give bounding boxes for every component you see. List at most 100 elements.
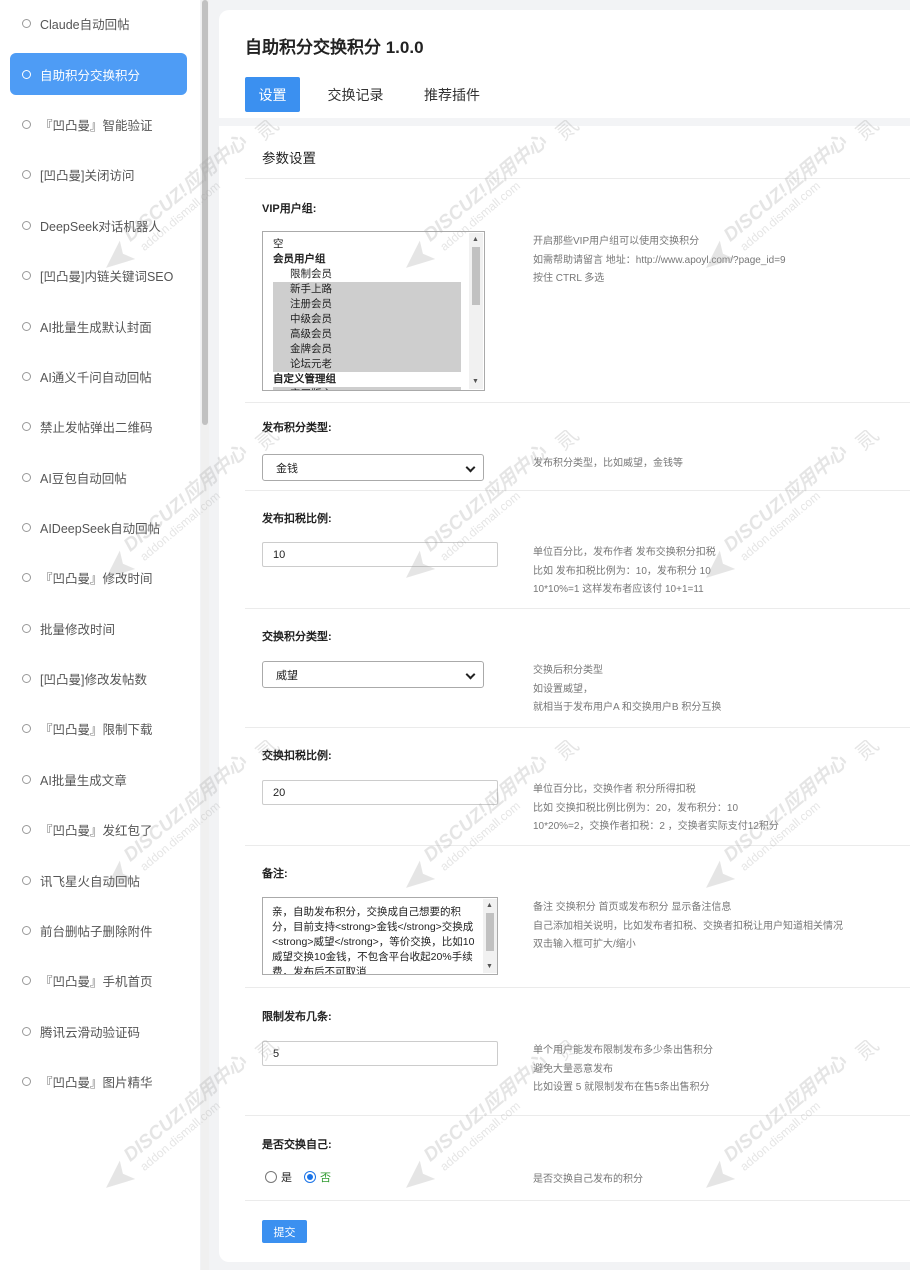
sidebar-item[interactable]: 『凹凸曼』修改时间 (10, 556, 187, 598)
exchange-type-help: 交换后积分类型 如设置威望， 就相当于发布用户A 和交换用户B 积分互换 (533, 665, 722, 713)
sidebar-item-label: [凹凸曼]关闭访问 (40, 168, 135, 183)
scroll-down-icon[interactable]: ▼ (472, 378, 479, 386)
sidebar-item[interactable]: AI批量生成默认封面 (10, 305, 187, 347)
sidebar-item-label: 『凹凸曼』智能验证 (40, 118, 153, 133)
sidebar-item[interactable]: 『凹凸曼』手机首页 (10, 959, 187, 1001)
sidebar-item[interactable]: 『凹凸曼』发红包了 (10, 808, 187, 850)
sidebar-item[interactable]: DeepSeek对话机器人 (10, 204, 187, 246)
circle-bullet-icon (22, 69, 31, 79)
sidebar-item[interactable]: 腾讯云滑动验证码 (10, 1010, 187, 1052)
sidebar: Claude自动回帖自助积分交换积分 『凹凸曼』智能验证 [凹凸曼]关闭访问 Deep… (0, 0, 200, 1270)
tabs-divider (219, 118, 910, 126)
listbox-option[interactable]: 注册会员 (273, 297, 461, 312)
limit-input[interactable]: 5 (262, 1041, 498, 1066)
exchange-tax-label: 交换扣税比例: (262, 750, 332, 762)
exchange-tax-input[interactable]: 20 (262, 780, 498, 805)
listbox-option[interactable]: 中级会员 (273, 312, 461, 327)
self-exchange-yes-radio[interactable] (265, 1171, 277, 1183)
exchange-tax-help: 单位百分比，交换作者 积分所得扣税 比如 交换扣税比例比例为：20，发布积分：1… (533, 784, 779, 832)
sidebar-item[interactable]: AI通义千问自动回帖 (10, 355, 187, 397)
sidebar-item-label: AI通义千问自动回帖 (40, 370, 152, 385)
circle-bullet-icon (22, 1076, 31, 1086)
remark-help: 备注 交换积分 首页或发布积分 显示备注信息 自己添加相关说明，比如发布者扣税、… (533, 902, 843, 950)
sidebar-item[interactable]: 禁止发帖弹出二维码 (10, 405, 187, 447)
sidebar-item-label: [凹凸曼]内链关键词SEO (40, 269, 174, 284)
limit-help: 单个用户能发布限制发布多少条出售积分 避免大量恶意发布 比如设置 5 就限制发布… (533, 1045, 713, 1093)
publish-tax-help: 单位百分比，发布作者 发布交换积分扣税 比如 发布扣税比例为：10，发布积分 1… (533, 547, 716, 595)
tab-settings[interactable]: 设置 (245, 77, 300, 112)
sidebar-item-label: AI豆包自动回帖 (40, 471, 127, 486)
circle-bullet-icon (22, 371, 31, 381)
sidebar-item[interactable]: [凹凸曼]内链关键词SEO (10, 254, 187, 296)
sidebar-item[interactable]: 自助积分交换积分 (10, 53, 187, 95)
listbox-option[interactable]: 限制会员 (273, 267, 461, 282)
sidebar-item[interactable]: Claude自动回帖 (10, 2, 187, 44)
remark-scroll-thumb[interactable] (486, 913, 494, 951)
circle-bullet-icon (22, 18, 31, 28)
listbox-option[interactable]: 空 (273, 237, 461, 252)
sidebar-item-label: 『凹凸曼』图片精华 (40, 1075, 153, 1090)
sidebar-item-label: 自助积分交换积分 (40, 68, 141, 83)
divider (245, 490, 910, 491)
circle-bullet-icon (22, 925, 31, 935)
sidebar-item[interactable]: 『凹凸曼』限制下载 (10, 707, 187, 749)
listbox-option[interactable]: 高级会员 (273, 327, 461, 342)
publish-tax-label: 发布扣税比例: (262, 513, 332, 525)
circle-bullet-icon (22, 1026, 31, 1036)
sidebar-item-label: AI批量生成默认封面 (40, 320, 152, 335)
publish-tax-input[interactable]: 10 (262, 542, 498, 567)
divider (245, 1115, 910, 1116)
sidebar-item[interactable]: AI豆包自动回帖 (10, 456, 187, 498)
sidebar-item[interactable]: AIDeepSeek自动回帖 (10, 506, 187, 548)
sidebar-item[interactable]: 讯飞星火自动回帖 (10, 859, 187, 901)
scroll-up-icon[interactable]: ▲ (486, 902, 493, 910)
sidebar-item-label: 『凹凸曼』发红包了 (40, 823, 153, 838)
tab-exchange-records[interactable]: 交换记录 (318, 77, 393, 112)
sidebar-item-label: [凹凸曼]修改发帖数 (40, 672, 147, 687)
exchange-type-label: 交换积分类型: (262, 631, 332, 643)
tab-recommended-plugins[interactable]: 推荐插件 (413, 77, 491, 112)
publish-type-select[interactable]: 金钱 (262, 454, 484, 481)
sidebar-scrollbar-thumb[interactable] (202, 0, 208, 425)
vip-group-multiselect[interactable]: 实习版主 自定义管理组论坛元老金牌会员高级会员中级会员注册会员新手上路限制会员 会员… (262, 231, 485, 391)
remark-scrollbar[interactable]: ▲ ▼ (483, 899, 497, 973)
scroll-up-icon[interactable]: ▲ (472, 236, 479, 244)
vip-group-label: VIP用户组: (262, 203, 317, 215)
circle-bullet-icon (22, 220, 31, 230)
listbox-option[interactable]: 论坛元老 (273, 357, 461, 372)
circle-bullet-icon (22, 673, 31, 683)
sidebar-item[interactable]: AI批量生成文章 (10, 758, 187, 800)
section-title: 参数设置 (262, 151, 316, 166)
listbox-scrollbar[interactable]: ▲ ▼ (469, 233, 483, 389)
self-exchange-label: 是否交换自己: (262, 1139, 332, 1151)
circle-bullet-icon (22, 572, 31, 582)
publish-type-label: 发布积分类型: (262, 422, 332, 434)
circle-bullet-icon (22, 472, 31, 482)
self-exchange-no-label[interactable]: 否 (320, 1169, 331, 1185)
listbox-scroll-thumb[interactable] (472, 247, 480, 305)
sidebar-item-label: DeepSeek对话机器人 (40, 219, 161, 234)
listbox-option[interactable]: 实习版主 (273, 387, 461, 390)
self-exchange-yes-label[interactable]: 是 (281, 1169, 292, 1185)
sidebar-item[interactable]: 『凹凸曼』图片精华 (10, 1060, 187, 1102)
circle-bullet-icon (22, 321, 31, 331)
sidebar-item-label: 禁止发帖弹出二维码 (40, 420, 153, 435)
sidebar-item[interactable]: [凹凸曼]关闭访问 (10, 153, 187, 195)
sidebar-item[interactable]: [凹凸曼]修改发帖数 (10, 657, 187, 699)
listbox-option[interactable]: 新手上路 (273, 282, 461, 297)
circle-bullet-icon (22, 421, 31, 431)
sidebar-item[interactable]: 『凹凸曼』智能验证 (10, 103, 187, 145)
sidebar-item-label: AI批量生成文章 (40, 773, 127, 788)
remark-textarea[interactable]: 亲，自助发布积分，交换成自己想要的积分，目前支持<strong>金钱</stro… (262, 897, 498, 975)
circle-bullet-icon (22, 270, 31, 280)
chevron-down-icon (465, 462, 476, 473)
listbox-option[interactable]: 金牌会员 (273, 342, 461, 357)
sidebar-item-label: 批量修改时间 (40, 622, 116, 637)
scroll-down-icon[interactable]: ▼ (486, 963, 493, 971)
self-exchange-no-radio[interactable] (304, 1171, 316, 1183)
circle-bullet-icon (22, 723, 31, 733)
sidebar-item[interactable]: 批量修改时间 (10, 607, 187, 649)
exchange-type-select[interactable]: 威望 (262, 661, 484, 688)
sidebar-item[interactable]: 前台删帖子删除附件 (10, 909, 187, 951)
submit-button[interactable]: 提交 (262, 1220, 307, 1243)
